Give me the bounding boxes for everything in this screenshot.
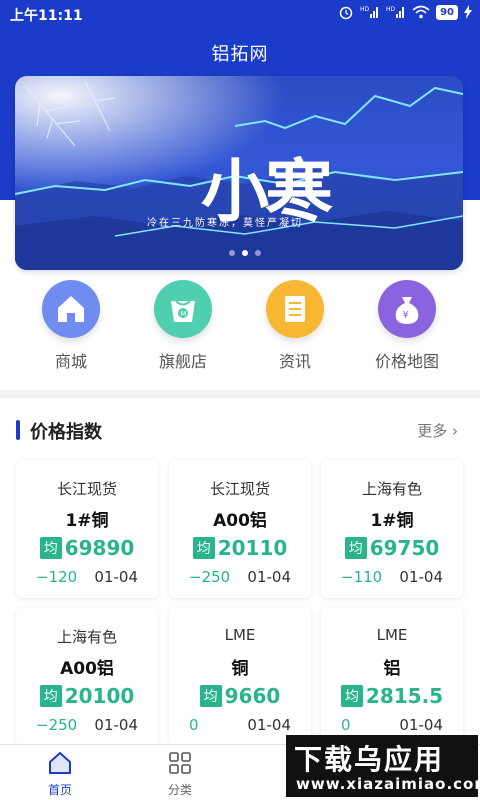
tab-label: 首页 (47, 783, 72, 797)
card-change: 0 (189, 716, 199, 734)
wifi-icon (412, 5, 430, 19)
nav-label: 旗舰店 (158, 352, 207, 371)
chevron-right-icon: › (452, 422, 458, 440)
more-label: 更多 (417, 422, 448, 440)
tab-category[interactable]: 分类 (150, 751, 210, 798)
svg-text:HD: HD (386, 6, 396, 13)
card-product: A00铝 (213, 511, 267, 531)
nav-label: 价格地图 (374, 352, 439, 371)
card-product: A00铝 (60, 659, 114, 679)
card-source: 上海有色 (361, 480, 422, 498)
section-header: 价格指数 更多 › (16, 418, 464, 444)
card-source: LME (376, 626, 408, 644)
charging-icon (464, 5, 472, 19)
card-product: 1#铜 (370, 511, 414, 531)
quick-nav: 商城 M 旗舰店 资讯 ¥ 价格地图 (0, 280, 480, 380)
carousel-dot-active[interactable] (242, 250, 248, 256)
card-product: 1#铜 (65, 511, 109, 531)
card-source: 长江现货 (56, 480, 117, 498)
tab-home[interactable]: 首页 (30, 751, 90, 798)
card-source: 上海有色 (56, 628, 117, 646)
price-card[interactable]: LME 铝 均 2815.5 0 01-04 (321, 608, 463, 746)
card-change: −120 (36, 568, 78, 586)
banner-carousel[interactable]: 小寒 冷在三九防寒冻，莫怪严凝切 (15, 76, 463, 270)
price-card[interactable]: 长江现货 A00铝 均 20110 −250 01-04 (169, 460, 311, 598)
status-icons: HD HD 90 (338, 4, 472, 20)
card-date: 01-04 (247, 568, 291, 586)
card-price-row: 均 2815.5 (321, 684, 463, 708)
card-price-row: 均 20110 (169, 536, 311, 560)
card-date: 01-04 (94, 568, 138, 586)
avg-badge: 均 (344, 537, 367, 559)
card-change: −110 (341, 568, 383, 586)
nav-item-mall[interactable]: 商城 (16, 280, 126, 372)
nav-label: 资讯 (278, 352, 311, 371)
document-icon (266, 280, 324, 338)
carousel-dot[interactable] (229, 250, 235, 256)
avg-badge: 均 (39, 537, 62, 559)
tab-label: 分类 (167, 783, 192, 797)
signal-hd-icon: HD (386, 6, 405, 18)
card-date: 01-04 (94, 716, 138, 734)
avg-badge: 均 (340, 685, 363, 707)
money-bag-icon: ¥ (378, 280, 436, 338)
card-source: 长江现货 (209, 480, 270, 498)
watermark-url: www.xiazaimiao.com (296, 775, 480, 793)
svg-text:M: M (181, 310, 187, 318)
more-link[interactable]: 更多 › (417, 420, 458, 441)
svg-text:¥: ¥ (403, 310, 409, 321)
card-date: 01-04 (399, 716, 443, 734)
card-product: 铝 (383, 659, 401, 679)
avg-badge: 均 (39, 685, 62, 707)
card-price: 69750 (369, 536, 440, 560)
card-price: 2815.5 (365, 684, 444, 708)
status-bar: 上午11:11 HD HD 90 (0, 0, 480, 28)
alarm-icon (339, 6, 353, 20)
card-price: 20110 (217, 536, 288, 560)
section-title: 价格指数 (30, 422, 102, 443)
card-price-row: 均 9660 (169, 684, 311, 708)
price-card[interactable]: 上海有色 1#铜 均 69750 −110 01-04 (321, 460, 463, 598)
card-price-row: 均 69750 (321, 536, 463, 560)
card-price-row: 均 69890 (16, 536, 158, 560)
card-change: 0 (341, 716, 351, 734)
card-date: 01-04 (399, 568, 443, 586)
card-price-row: 均 20100 (16, 684, 158, 708)
card-price: 69890 (64, 536, 135, 560)
svg-text:HD: HD (360, 6, 370, 13)
price-card[interactable]: 上海有色 A00铝 均 20100 −250 01-04 (16, 608, 158, 746)
carousel-indicator (229, 250, 261, 256)
card-change: −250 (36, 716, 78, 734)
price-index-section: 价格指数 更多 › 长江现货 1#铜 均 69890 −120 01-04 长江现… (0, 398, 480, 748)
card-product: 铜 (231, 659, 249, 679)
nav-label: 商城 (54, 352, 87, 371)
card-source: LME (224, 626, 256, 644)
card-change: −250 (189, 568, 231, 586)
nav-item-flagship[interactable]: M 旗舰店 (128, 280, 238, 372)
site-watermark: 下载乌应用 www.xiazaimiao.com (286, 735, 480, 797)
price-card[interactable]: 长江现货 1#铜 均 69890 −120 01-04 (16, 460, 158, 598)
section-accent-bar (16, 420, 20, 440)
price-card[interactable]: LME 铜 均 9660 0 01-04 (169, 608, 311, 746)
card-date: 01-04 (247, 716, 291, 734)
avg-badge: 均 (199, 685, 222, 707)
nav-item-price-map[interactable]: ¥ 价格地图 (352, 280, 462, 372)
battery-icon: 90 (436, 4, 458, 20)
card-price: 9660 (224, 684, 281, 708)
banner-subline: 冷在三九防寒冻，莫怪严凝切 (147, 218, 303, 229)
carousel-dot[interactable] (255, 250, 261, 256)
watermark-title: 下载乌应用 (294, 743, 445, 776)
avg-badge: 均 (192, 537, 215, 559)
nav-item-news[interactable]: 资讯 (240, 280, 350, 372)
shopping-bag-icon: M (154, 280, 212, 338)
card-price: 20100 (64, 684, 135, 708)
grid-icon (169, 752, 191, 774)
app-title: 铝拓网 (211, 44, 269, 65)
signal-hd-icon: HD (360, 6, 379, 18)
house-icon (42, 280, 100, 338)
home-icon (49, 752, 71, 774)
status-time: 上午11:11 (10, 8, 83, 24)
